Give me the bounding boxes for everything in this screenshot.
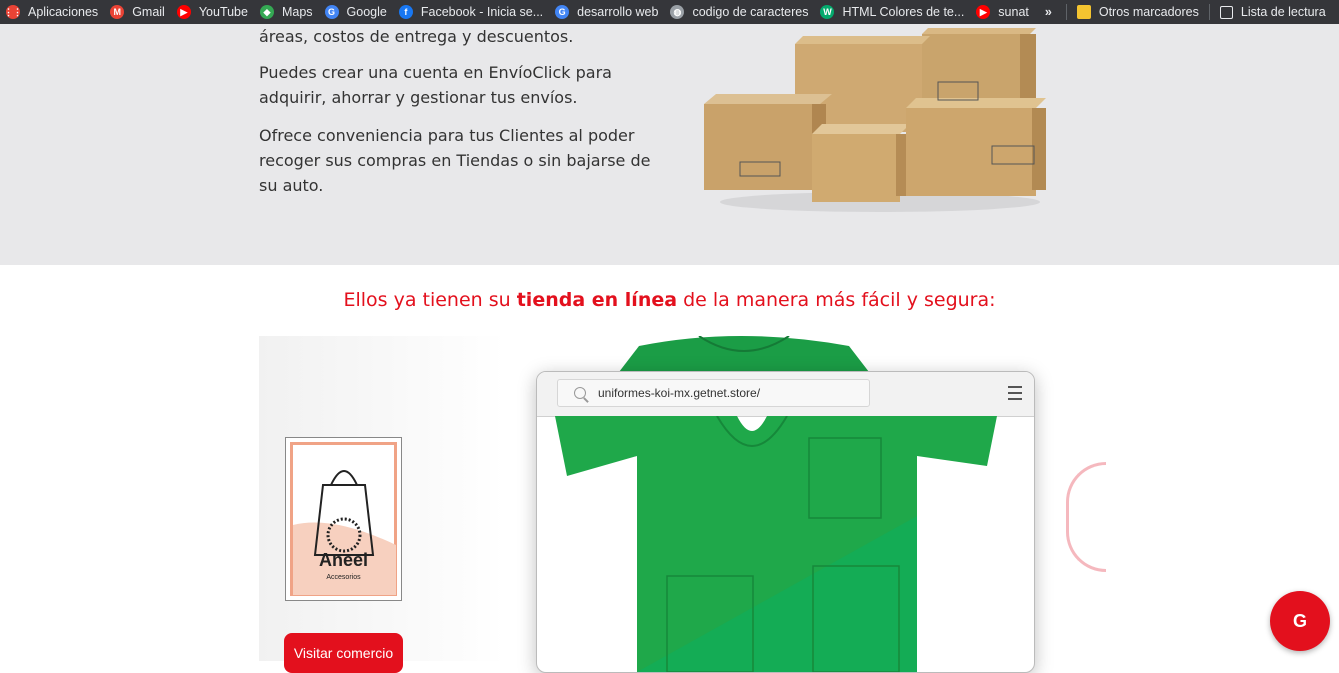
bookmarks-bar: ⋮⋮ Aplicaciones M Gmail ▶ YouTube ◆ Maps G Google… [0,0,1339,24]
reading-list[interactable]: Lista de lectura [1214,0,1332,24]
bookmark-separator [1208,4,1210,20]
cardboard-boxes-image [704,28,1046,212]
bookmark-item[interactable]: ▶ sunat [970,0,1035,24]
store-logo-name: Aneel [318,550,369,570]
more-bookmarks-chevron[interactable]: » [1035,5,1062,19]
shopping-bag-icon [293,470,396,595]
chat-launcher-button[interactable]: G [1270,591,1330,651]
store-logo-subtitle: Accesorios [326,574,361,581]
intro-line-cut: áreas, costos de entrega y descuentos. [259,27,574,46]
bookmark-item[interactable]: ◆ Maps [254,0,319,24]
youtube-icon: ▶ [176,5,191,19]
bookmark-item[interactable]: ⋮⋮ Aplicaciones [0,0,104,24]
browser-url-field[interactable]: uniformes-koi-mx.getnet.store/ [557,379,870,407]
browser-mockup: uniformes-koi-mx.getnet.store/ [536,371,1035,673]
folder-icon [1076,5,1091,19]
info-section: áreas, costos de entrega y descuentos. P… [0,24,1339,265]
headline-emphasis: tienda en línea [516,289,678,311]
bookmark-item[interactable]: f Facebook - Inicia se... [393,0,549,24]
reading-list-icon [1219,5,1233,19]
apps-grid-icon: ⋮⋮ [4,5,22,19]
search-icon [574,387,586,399]
w3-icon: W [820,5,835,19]
store-logo-aneel[interactable]: Aneel Accesorios [285,437,402,601]
visit-store-button[interactable]: Visitar comercio [284,633,403,673]
intro-paragraph-account: Puedes crear una cuenta en EnvíoClick pa… [259,63,612,107]
bookmark-item[interactable]: Gdesarrollo web [549,0,664,24]
hamburger-menu-icon[interactable] [1008,386,1022,404]
browser-toolbar: uniformes-koi-mx.getnet.store/ [537,372,1034,417]
other-bookmarks-folder[interactable]: Otros marcadores [1071,0,1205,24]
maps-icon: ◆ [259,5,274,19]
stores-headline: Ellos ya tienen su tienda en línea de la… [343,289,996,311]
youtube-icon: ▶ [976,5,991,19]
google-icon: G [324,5,339,19]
bookmark-item[interactable]: W HTML Colores de te... [814,0,970,24]
bookmark-item[interactable]: M Gmail [104,0,171,24]
bookmark-item[interactable]: G Google [319,0,393,24]
google-icon: G [555,5,570,19]
bookmark-item[interactable]: ▶ YouTube [171,0,254,24]
bookmark-item[interactable]: ◍ codigo de caracteres [664,0,814,24]
intro-paragraph-pickup: Ofrece conveniencia para tus Clientes al… [259,126,651,195]
bookmark-separator [1065,4,1067,20]
green-scrub-shirt-image [555,416,997,672]
facebook-icon: f [398,5,413,19]
gmail-icon: M [110,5,125,19]
globe-icon: ◍ [670,5,685,19]
